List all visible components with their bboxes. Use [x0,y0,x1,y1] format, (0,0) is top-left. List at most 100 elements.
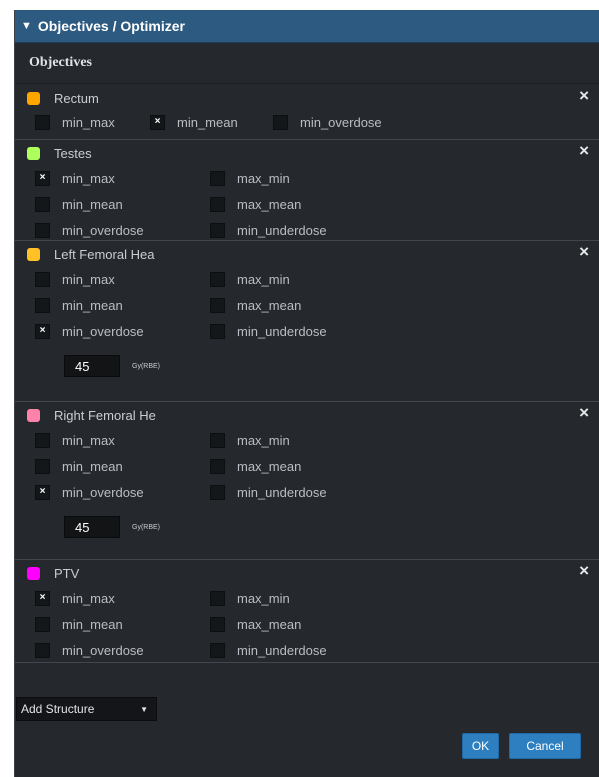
objective-option-min-overdose[interactable]: min_overdose [273,114,382,130]
remove-structure-close-icon[interactable]: × [579,243,589,260]
checked-checkbox[interactable]: × [35,323,50,339]
objective-option-label: min_max [62,114,115,130]
objective-option-label: min_mean [62,196,123,212]
structure-color-swatch [27,247,40,261]
objective-option-max-mean[interactable]: max_mean [210,297,301,313]
unchecked-checkbox[interactable] [35,114,50,130]
objective-option-min-max[interactable]: min_max [35,271,115,287]
ok-button[interactable]: OK [462,733,499,759]
objective-option-min-mean[interactable]: min_mean [35,196,123,212]
add-structure-label: Add Structure [21,702,95,716]
objective-option-label: max_mean [237,616,302,632]
unchecked-checkbox[interactable] [35,616,50,632]
unchecked-checkbox[interactable] [35,222,50,238]
unchecked-checkbox[interactable] [273,114,288,130]
cancel-button[interactable]: Cancel [509,733,581,759]
objective-option-min-underdose[interactable]: min_underdose [210,323,327,339]
unchecked-checkbox[interactable] [210,616,225,632]
objective-option-min-mean[interactable]: min_mean [35,297,123,313]
panel-title: Objectives / Optimizer [37,18,185,34]
objective-option-max-min[interactable]: max_min [210,432,290,448]
checked-checkbox[interactable]: × [35,170,50,186]
objective-option-label: max_min [237,271,290,287]
unchecked-checkbox[interactable] [35,458,50,474]
objective-option-min-max[interactable]: min_max [35,114,115,130]
objective-option-max-mean[interactable]: max_mean [210,196,301,212]
remove-structure-close-icon[interactable]: × [579,562,589,579]
objective-option-label: max_mean [237,297,302,313]
objective-option-min-underdose[interactable]: min_underdose [210,484,327,500]
structure-block: PTV × × min_max max_min min_mean max_mean min_o… [15,559,599,663]
objective-option-max-min[interactable]: max_min [210,170,290,186]
objective-option-min-overdose[interactable]: × min_overdose [35,484,144,500]
unchecked-checkbox[interactable] [210,196,225,212]
remove-structure-close-icon[interactable]: × [579,404,589,421]
structure-name: Testes [54,145,92,161]
objective-option-label: max_min [237,170,290,186]
objective-option-label: min_mean [62,616,123,632]
unchecked-checkbox[interactable] [35,432,50,448]
objective-option-min-mean[interactable]: min_mean [35,616,123,632]
structure-color-swatch [27,566,40,580]
unchecked-checkbox[interactable] [35,271,50,287]
objective-option-label: min_overdose [62,222,144,238]
structure-color-swatch [27,408,40,422]
objective-option-min-overdose[interactable]: min_overdose [35,642,144,658]
unchecked-checkbox[interactable] [35,642,50,658]
objective-option-min-max[interactable]: × min_max [35,170,115,186]
objective-option-label: min_mean [62,458,123,474]
unchecked-checkbox[interactable] [35,196,50,212]
structure-header: Right Femoral He [27,407,156,423]
unchecked-checkbox[interactable] [210,484,225,500]
structure-name: Right Femoral He [54,407,156,423]
checked-checkbox[interactable]: × [35,484,50,500]
unchecked-checkbox[interactable] [210,222,225,238]
objectives-optimizer-panel: ▼ Objectives / Optimizer Objectives Rect… [14,10,599,777]
objective-option-label: max_mean [237,196,302,212]
objective-option-max-mean[interactable]: max_mean [210,616,301,632]
unchecked-checkbox[interactable] [210,458,225,474]
collapse-triangle-icon[interactable]: ▼ [21,20,32,32]
objective-option-min-mean[interactable]: min_mean [35,458,123,474]
unchecked-checkbox[interactable] [210,297,225,313]
structure-header: Rectum [27,90,99,106]
dose-unit-label: Gy(RBE) [132,523,160,531]
checked-checkbox[interactable]: × [35,590,50,606]
structure-block: Left Femoral Hea × min_max max_min min_mean m… [15,240,599,402]
panel-header[interactable]: ▼ Objectives / Optimizer [15,10,599,43]
structure-header: PTV [27,565,79,581]
objective-option-min-max[interactable]: × min_max [35,590,115,606]
objective-option-label: min_underdose [237,642,327,658]
remove-structure-close-icon[interactable]: × [579,142,589,159]
unchecked-checkbox[interactable] [35,297,50,313]
checked-checkbox[interactable]: × [150,114,165,130]
objective-option-max-min[interactable]: max_min [210,590,290,606]
objective-option-min-underdose[interactable]: min_underdose [210,222,327,238]
objective-option-min-overdose[interactable]: × min_overdose [35,323,144,339]
objective-option-label: min_overdose [300,114,382,130]
objective-option-min-underdose[interactable]: min_underdose [210,642,327,658]
unchecked-checkbox[interactable] [210,271,225,287]
unchecked-checkbox[interactable] [210,323,225,339]
dose-value-input[interactable]: 45 [64,516,120,538]
unchecked-checkbox[interactable] [210,170,225,186]
objective-option-max-min[interactable]: max_min [210,271,290,287]
objective-option-min-mean[interactable]: × min_mean [150,114,238,130]
structure-block: Rectum × min_max × min_mean min_overdose [15,84,599,140]
structure-header: Testes [27,145,92,161]
objective-option-min-overdose[interactable]: min_overdose [35,222,144,238]
section-title: Objectives [15,43,599,84]
add-structure-dropdown[interactable]: Add Structure ▼ [16,697,157,721]
structure-color-swatch [27,146,40,160]
objective-option-min-max[interactable]: min_max [35,432,115,448]
dose-value-input[interactable]: 45 [64,355,120,377]
objective-option-label: min_underdose [237,323,327,339]
dropdown-caret-icon: ▼ [140,704,148,714]
remove-structure-close-icon[interactable]: × [579,87,589,104]
unchecked-checkbox[interactable] [210,590,225,606]
unchecked-checkbox[interactable] [210,432,225,448]
dose-constraint: 45 Gy(RBE) [64,516,160,538]
objective-option-label: max_mean [237,458,302,474]
unchecked-checkbox[interactable] [210,642,225,658]
objective-option-max-mean[interactable]: max_mean [210,458,301,474]
